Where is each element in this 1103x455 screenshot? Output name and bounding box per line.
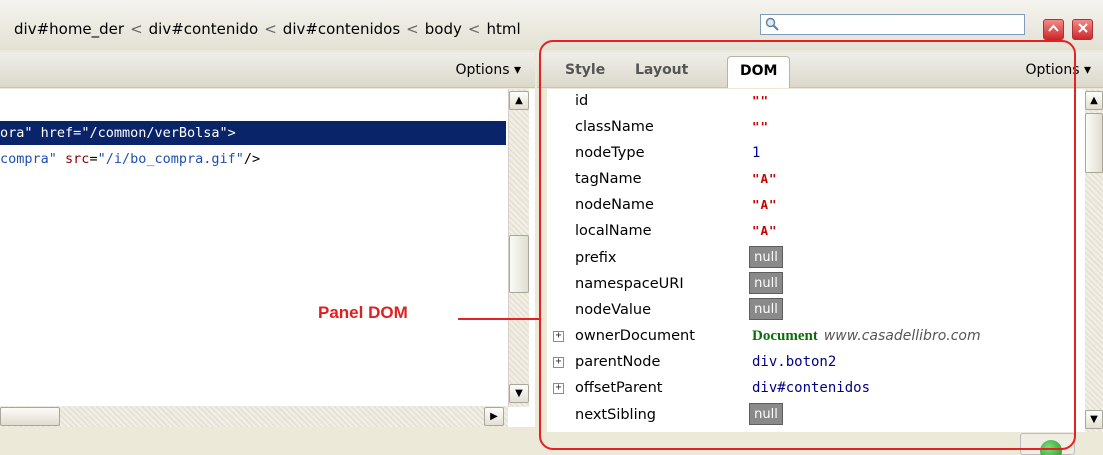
- breadcrumb-item[interactable]: div#contenidos: [283, 20, 400, 38]
- code-tag-close: >: [227, 125, 236, 141]
- code-attr-name: href: [40, 125, 74, 141]
- annotation-highlight-frame: [539, 40, 1076, 450]
- html-vertical-scrollbar[interactable]: ▲ ▼: [508, 89, 529, 407]
- breadcrumb: div#home_der < div#contenido < div#contenido…: [14, 20, 521, 38]
- arrow-right-icon[interactable]: ▶: [484, 407, 504, 426]
- breadcrumb-item[interactable]: div#home_der: [14, 20, 124, 38]
- close-button[interactable]: [1072, 19, 1093, 40]
- arrow-up-icon[interactable]: ▲: [1085, 91, 1103, 110]
- breadcrumb-separator: <: [406, 20, 419, 38]
- scroll-thumb[interactable]: [509, 235, 529, 293]
- close-icon: [1077, 23, 1088, 33]
- search-icon: [765, 17, 779, 31]
- dom-vertical-scrollbar[interactable]: ▲ ▼: [1085, 89, 1103, 432]
- scroll-thumb[interactable]: [1085, 113, 1103, 173]
- collapse-up-icon: [1048, 24, 1059, 32]
- html-options-menu[interactable]: Options ▾: [456, 62, 522, 78]
- code-attr-value: "/i/bo_compra.gif": [97, 151, 244, 167]
- html-source-panel: ora" href="/common/verBolsa"> compra" sr…: [0, 89, 535, 427]
- code-fragment: ora": [0, 125, 33, 141]
- breadcrumb-separator: <: [467, 20, 481, 38]
- code-attr-name: src: [65, 151, 90, 167]
- source-line-selected[interactable]: ora" href="/common/verBolsa">: [0, 121, 506, 145]
- breadcrumb-item[interactable]: html: [486, 20, 520, 38]
- breadcrumb-item[interactable]: div#contenido: [149, 20, 259, 38]
- arrow-up-icon[interactable]: ▲: [509, 91, 529, 110]
- collapse-up-button[interactable]: [1043, 19, 1064, 40]
- breadcrumb-item[interactable]: body: [425, 20, 462, 38]
- scroll-thumb[interactable]: [0, 407, 60, 426]
- html-horizontal-scrollbar[interactable]: ▶: [0, 406, 508, 427]
- code-tag-close: />: [243, 151, 261, 167]
- code-attr-value: "/common/verBolsa": [81, 125, 228, 141]
- code-fragment: compra": [0, 151, 57, 167]
- breadcrumb-separator: <: [264, 20, 277, 38]
- breadcrumb-separator: <: [130, 20, 143, 38]
- arrow-down-icon[interactable]: ▼: [1085, 410, 1103, 429]
- source-line[interactable]: compra" src="/i/bo_compra.gif"/>: [0, 147, 260, 171]
- search-input[interactable]: [760, 14, 1025, 35]
- arrow-down-icon[interactable]: ▼: [509, 384, 529, 403]
- annotation-pointer-line: [458, 318, 540, 320]
- annotation-label: Panel DOM: [318, 303, 408, 322]
- html-panel-header: Options ▾: [0, 52, 535, 88]
